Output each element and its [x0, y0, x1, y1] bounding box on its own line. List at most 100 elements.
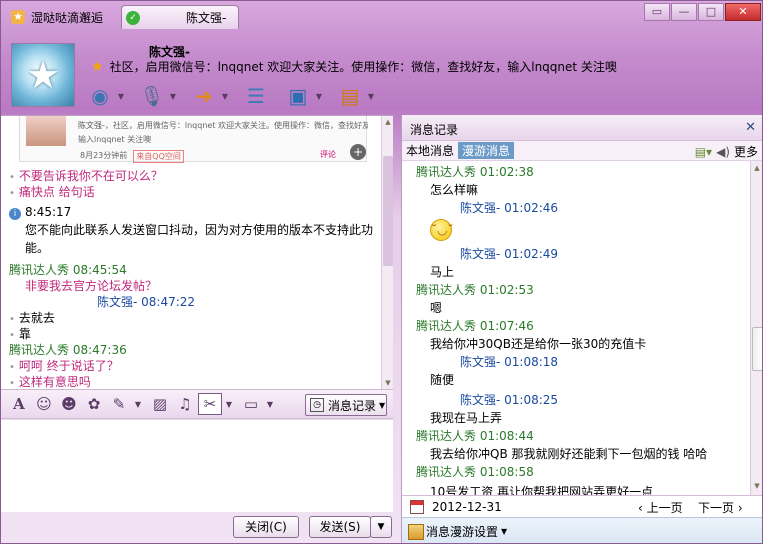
- close-icon[interactable]: ✕: [745, 120, 756, 135]
- microphone-icon[interactable]: 🎙: [137, 81, 167, 111]
- app-icon[interactable]: ▤: [335, 81, 365, 111]
- history-message: 10号发工资 再让你帮我把网站弄更好一点: [430, 485, 654, 495]
- chat-history-pane: 陈文强-，社区，启用微信号：lnqqnet 欢迎大家关注。使用操作：微信，查找好…: [1, 115, 393, 390]
- chat-line: • 痛快点 给句话: [9, 185, 95, 199]
- history-message: 马上: [430, 265, 455, 279]
- skin-button[interactable]: ▭: [644, 3, 670, 21]
- preview-message: 输入lnqqnet 关注噢: [78, 135, 152, 144]
- close-button[interactable]: 关闭(C): [233, 516, 299, 538]
- preview-comment-link[interactable]: 评论: [320, 149, 336, 160]
- preview-time: 8月23分钟前: [80, 151, 128, 160]
- prev-page-link[interactable]: ‹ 上一页: [638, 499, 683, 516]
- chevron-down-icon[interactable]: ▼: [115, 92, 127, 101]
- webcam-icon[interactable]: ◉: [85, 81, 115, 111]
- emoji-icon[interactable]: ☺: [32, 393, 56, 415]
- roaming-settings-label: 消息漫游设置: [426, 525, 499, 539]
- chevron-down-icon: ▼: [379, 400, 386, 410]
- history-sender: 陈文强- 01:02:49: [460, 247, 559, 261]
- history-scrollbar[interactable]: ▲ ▼: [750, 161, 762, 495]
- chevron-down-icon[interactable]: ▼: [132, 400, 144, 409]
- magic-face-icon[interactable]: ☻: [57, 393, 81, 415]
- font-icon[interactable]: A: [7, 393, 31, 415]
- history-message: 我去给你冲QB 那我就刚好还能剩下一包烟的钱 哈哈: [430, 447, 708, 461]
- tab-contact-chat[interactable]: ✓ 陈文强-: [121, 5, 239, 29]
- image-icon[interactable]: ▨: [148, 393, 172, 415]
- contact-signature: ★ 社区，启用微信号：lnqqnet 欢迎大家关注。使用操作：微信，查找好友，输…: [91, 58, 617, 75]
- chevron-down-icon[interactable]: ▼: [223, 400, 235, 409]
- star-icon[interactable]: ★: [91, 59, 104, 75]
- history-label: 消息记录: [328, 398, 377, 413]
- maximize-button[interactable]: □: [698, 3, 724, 21]
- history-message: 随便: [430, 373, 455, 387]
- tab-label: 湿哒哒滴邂逅: [31, 10, 104, 25]
- message-icon[interactable]: ☰: [241, 81, 271, 111]
- history-date[interactable]: 2012-12-31: [432, 500, 502, 514]
- tab-roaming-messages[interactable]: 漫游消息: [458, 142, 515, 159]
- history-icon: ◷: [310, 398, 324, 412]
- gift-icon[interactable]: ▭: [239, 393, 263, 415]
- scroll-up-icon[interactable]: ▲: [383, 117, 393, 127]
- scroll-down-icon[interactable]: ▼: [383, 378, 393, 388]
- history-panel: 消息记录 ✕ 本地消息 漫游消息 ▤▾ ◀) 更多 腾讯达人秀 01:02:38…: [401, 115, 762, 543]
- chat-window: ★ 湿哒哒滴邂逅 ✓ 陈文强- ▭ — □ ✕ ★ 陈文强- ★ 社区，启用微信…: [0, 0, 763, 544]
- sound-icon[interactable]: ◀): [716, 145, 730, 159]
- scroll-thumb[interactable]: [752, 327, 762, 371]
- screenshot-icon[interactable]: ✂: [198, 393, 222, 415]
- minimize-button[interactable]: —: [671, 3, 697, 21]
- transfer-file-icon[interactable]: ➔: [189, 81, 219, 111]
- history-message: 我给你冲30QB还是给你一张30的充值卡: [430, 337, 647, 351]
- system-message: 能。: [25, 241, 50, 255]
- send-options-button[interactable]: ▼: [370, 516, 392, 538]
- history-message: 怎么样嘛: [430, 183, 479, 197]
- contact-header: ★ 陈文强- ★ 社区，启用微信号：lnqqnet 欢迎大家关注。使用操作：微信…: [1, 31, 762, 115]
- chevron-down-icon[interactable]: ▼: [167, 92, 179, 101]
- signature-text: 社区，启用微信号：lnqqnet 欢迎大家关注。使用操作：微信，查找好友，输入l…: [109, 60, 617, 74]
- history-date-bar: 2012-12-31 ‹ 上一页 下一页 ›: [402, 495, 762, 517]
- message-history-button[interactable]: ◷ 消息记录 ▼: [305, 394, 387, 416]
- history-title-bar: 消息记录 ✕: [402, 115, 762, 141]
- chat-line: 非要我去官方论坛发帖？: [25, 279, 158, 293]
- edit-icon[interactable]: ✎: [107, 393, 131, 415]
- chat-scrollbar[interactable]: ▲ ▼: [381, 116, 393, 390]
- history-sender: 腾讯达人秀 01:02:38: [416, 165, 534, 179]
- message-input[interactable]: [1, 420, 393, 512]
- space-preview-card[interactable]: 陈文强-，社区，启用微信号：lnqqnet 欢迎大家关注。使用操作：微信，查找好…: [19, 116, 368, 163]
- export-icon[interactable]: ▤▾: [695, 145, 712, 159]
- chevron-down-icon[interactable]: ▼: [264, 400, 276, 409]
- tab-group-chat[interactable]: ★ 湿哒哒滴邂逅: [5, 5, 115, 29]
- scroll-down-icon[interactable]: ▼: [752, 481, 762, 491]
- history-sender: 陈文强- 01:02:46: [460, 201, 559, 215]
- remote-desktop-icon[interactable]: ▣: [283, 81, 313, 111]
- sender-line: 腾讯达人秀 08:47:36: [9, 343, 127, 357]
- calendar-icon[interactable]: [410, 499, 424, 514]
- music-icon[interactable]: ♫: [173, 393, 197, 415]
- title-bar: ★ 湿哒哒滴邂逅 ✓ 陈文强- ▭ — □ ✕: [1, 1, 762, 31]
- preview-title: 陈文强-，社区，启用微信号：lnqqnet 欢迎大家关注。使用操作：微信，查找好…: [78, 121, 368, 130]
- chevron-down-icon[interactable]: ▼: [365, 92, 377, 101]
- sender-line: 陈文强- 08:47:22: [97, 295, 196, 309]
- clipboard-icon: [408, 523, 424, 540]
- avatar[interactable]: ★: [11, 43, 75, 107]
- shake-icon[interactable]: ✿: [82, 393, 106, 415]
- history-sender: 腾讯达人秀 01:08:58: [416, 465, 534, 479]
- scroll-thumb[interactable]: [383, 156, 393, 266]
- zoom-icon[interactable]: +: [350, 144, 366, 160]
- chevron-down-icon[interactable]: ▼: [313, 92, 325, 101]
- preview-image: [26, 116, 66, 146]
- chevron-down-icon[interactable]: ▼: [219, 92, 231, 101]
- smiley-emoji-icon: ˘◡˘: [430, 219, 453, 241]
- next-page-link[interactable]: 下一页 ›: [698, 499, 743, 516]
- group-icon: ★: [11, 10, 25, 24]
- roaming-settings-button[interactable]: 消息漫游设置 ▼: [402, 517, 762, 543]
- send-button[interactable]: 发送(S): [309, 516, 371, 538]
- history-list: 腾讯达人秀 01:02:38 怎么样嘛 陈文强- 01:02:46 ˘◡˘ 陈文…: [402, 161, 750, 495]
- history-sender: 腾讯达人秀 01:08:44: [416, 429, 534, 443]
- history-tabs: 本地消息 漫游消息 ▤▾ ◀) 更多: [402, 141, 762, 161]
- scroll-up-icon[interactable]: ▲: [752, 163, 762, 173]
- history-tools: ▤▾ ◀) 更多: [695, 143, 758, 160]
- tab-local-messages[interactable]: 本地消息: [406, 142, 454, 159]
- more-button[interactable]: 更多: [734, 143, 758, 160]
- close-window-button[interactable]: ✕: [725, 3, 761, 21]
- history-sender: 腾讯达人秀 01:07:46: [416, 319, 534, 333]
- top-toolbar: ◉ ▼ 🎙 ▼ ➔ ▼ ☰ ▣ ▼ ▤ ▼: [85, 79, 387, 113]
